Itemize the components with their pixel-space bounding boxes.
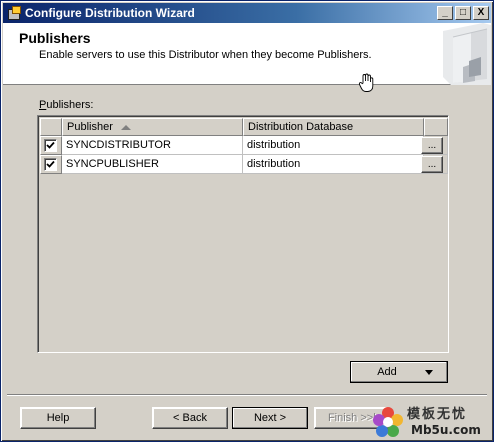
help-button-label: Help (46, 412, 70, 424)
page-subtitle: Enable servers to use this Distributor w… (39, 49, 372, 61)
server-illustration-icon (443, 23, 491, 85)
checkmark-icon (46, 160, 55, 168)
next-button-label: Next > (253, 412, 287, 424)
add-button-label: Add (377, 366, 397, 378)
table-row[interactable]: SYNCPUBLISHER distribution ... (40, 155, 448, 174)
publisher-cell[interactable]: SYNCPUBLISHER (62, 155, 243, 174)
window-title: Configure Distribution Wizard (25, 6, 195, 20)
help-button[interactable]: Help (20, 407, 96, 429)
column-header-publisher[interactable]: Publisher (62, 118, 243, 136)
grid-header-browse (424, 118, 448, 136)
footer-separator (7, 394, 487, 396)
grid-header: Publisher Distribution Database (40, 118, 448, 136)
publisher-checkbox[interactable] (44, 139, 57, 152)
title-bar[interactable]: Configure Distribution Wizard _ □ X (3, 3, 491, 23)
browse-cell: ... (421, 136, 448, 155)
table-row[interactable]: SYNCDISTRIBUTOR distribution ... (40, 136, 448, 155)
finish-button-label: Finish >>| (327, 412, 377, 424)
wizard-app-icon (7, 6, 21, 20)
maximize-button[interactable]: □ (455, 6, 471, 20)
row-checkbox-cell[interactable] (40, 155, 62, 174)
page-title: Publishers (19, 30, 91, 46)
column-header-publisher-label: Publisher (67, 121, 113, 133)
database-cell[interactable]: distribution (243, 155, 424, 174)
back-button[interactable]: < Back (152, 407, 228, 429)
grid-header-corner (40, 118, 62, 136)
watermark-line1: 模板无忧 (407, 407, 468, 422)
back-button-label: < Back (173, 412, 207, 424)
publishers-label-text: ublishers: (46, 99, 94, 111)
browse-cell: ... (421, 155, 448, 174)
flower-logo-icon (373, 407, 403, 437)
wizard-window: Configure Distribution Wizard _ □ X Publ… (0, 0, 494, 442)
column-header-distribution-database[interactable]: Distribution Database (243, 118, 424, 136)
dropdown-arrow-icon (424, 369, 433, 375)
publishers-label: Publishers: (39, 99, 93, 111)
next-button[interactable]: Next > (232, 407, 308, 429)
wizard-header: Publishers Enable servers to use this Di… (3, 23, 491, 92)
checkmark-icon (46, 141, 55, 149)
close-button[interactable]: X (473, 6, 489, 20)
publisher-checkbox[interactable] (44, 158, 57, 171)
watermark: 模板无忧 Mb5u.com (371, 401, 493, 441)
sort-ascending-icon (120, 124, 131, 130)
watermark-line2: Mb5u.com (411, 423, 481, 437)
database-cell[interactable]: distribution (243, 136, 424, 155)
publisher-cell[interactable]: SYNCDISTRIBUTOR (62, 136, 243, 155)
column-header-database-label: Distribution Database (248, 121, 354, 133)
publishers-grid[interactable]: Publisher Distribution Database SYNCDIST… (37, 115, 449, 353)
browse-button[interactable]: ... (421, 155, 443, 173)
hand-cursor-icon (358, 73, 374, 92)
add-button[interactable]: Add (350, 361, 448, 383)
row-checkbox-cell[interactable] (40, 136, 62, 155)
browse-button[interactable]: ... (421, 136, 443, 154)
minimize-button[interactable]: _ (437, 6, 453, 20)
